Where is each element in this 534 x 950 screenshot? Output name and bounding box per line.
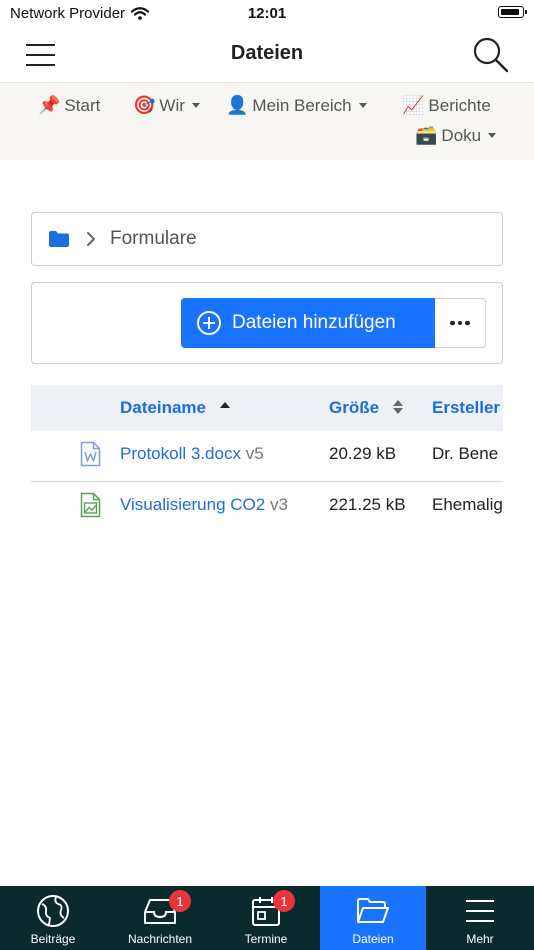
app-header: Dateien — [0, 28, 534, 83]
nav-item-mein-bereich[interactable]: 👤 Mein Bereich — [226, 95, 367, 116]
menu-icon — [466, 900, 494, 922]
ellipsis-icon — [450, 320, 455, 326]
battery-icon — [498, 6, 527, 18]
plus-circle-icon — [197, 311, 221, 335]
tab-label: Mehr — [466, 932, 494, 946]
file-creator: Ehemalig — [432, 495, 503, 514]
table-row[interactable]: Visualisierung CO2 v3 221.25 kB Ehemalig — [31, 482, 503, 532]
caret-down-icon — [488, 133, 497, 138]
folder-icon[interactable] — [48, 230, 70, 248]
nav-item-doku[interactable]: 🗃️ Doku — [415, 125, 497, 146]
nav-item-berichte[interactable]: 📈 Berichte — [402, 95, 491, 116]
add-files-label: Dateien hinzufügen — [232, 312, 396, 333]
tab-dateien[interactable]: Dateien — [320, 886, 426, 950]
page-title: Dateien — [230, 42, 304, 64]
tab-label: Beiträge — [30, 932, 76, 946]
status-time: 12:01 — [247, 5, 287, 22]
chevron-right-icon — [87, 232, 95, 246]
pushpin-icon: 📌 — [38, 95, 61, 115]
file-name[interactable]: Visualisierung CO2 — [120, 495, 265, 514]
file-size: 20.29 kB — [329, 444, 397, 463]
nav-item-label: Start — [64, 95, 101, 115]
chart-increasing-icon: 📈 — [402, 95, 425, 115]
column-header-creator[interactable]: Ersteller — [432, 398, 500, 418]
file-toolbar: Dateien hinzufügen — [31, 282, 503, 364]
column-header-size[interactable]: Größe — [329, 398, 404, 418]
column-header-name[interactable]: Dateiname — [120, 398, 231, 418]
caret-down-icon — [191, 103, 200, 108]
nav-item-label: Berichte — [428, 95, 491, 115]
tab-label: Dateien — [352, 932, 394, 946]
sort-ascending-icon — [219, 402, 230, 408]
column-header-label: Größe — [329, 398, 380, 417]
sort-icon — [392, 400, 403, 414]
tab-label: Nachrichten — [127, 932, 193, 946]
breadcrumb-current[interactable]: Formulare — [110, 228, 197, 250]
more-options-button[interactable] — [435, 298, 486, 348]
tab-termine[interactable]: 1 Termine — [213, 886, 319, 950]
search-button[interactable] — [472, 36, 510, 74]
breadcrumb: Formulare — [31, 212, 503, 266]
caret-down-icon — [358, 103, 367, 108]
nav-item-wir[interactable]: 🎯 Wir — [133, 95, 200, 116]
file-creator: Dr. Bene — [432, 444, 499, 463]
battery-fill — [500, 8, 519, 15]
target-icon: 🎯 — [133, 95, 156, 115]
add-files-button[interactable]: Dateien hinzufügen — [181, 298, 435, 348]
image-file-icon — [80, 492, 101, 518]
file-name[interactable]: Protokoll 3.docx — [120, 444, 241, 463]
file-name-cell[interactable]: Visualisierung CO2 v3 — [120, 495, 288, 515]
file-version: v3 — [269, 495, 288, 514]
column-header-label: Dateiname — [120, 398, 206, 417]
nav-item-label: Mein Bereich — [252, 95, 352, 115]
nav-item-start[interactable]: 📌 Start — [38, 95, 100, 116]
word-document-icon — [80, 441, 101, 467]
unread-badge: 1 — [169, 890, 191, 912]
unread-badge: 1 — [273, 890, 295, 912]
nav-item-label: Wir — [159, 95, 185, 115]
file-version: v5 — [245, 444, 264, 463]
tab-beitraege[interactable]: Beiträge — [0, 886, 106, 950]
bottom-tab-bar: Beiträge 1 Nachrichten 1 Termine Dateien… — [0, 886, 534, 950]
tab-mehr[interactable]: Mehr — [427, 886, 533, 950]
folder-open-icon — [357, 898, 389, 923]
nav-item-label: Doku — [441, 125, 482, 145]
file-name-cell[interactable]: Protokoll 3.docx v5 — [120, 444, 264, 464]
search-icon — [473, 37, 509, 73]
file-size: 221.25 kB — [329, 495, 406, 514]
section-nav: 📌 Start 🎯 Wir 👤 Mein Bereich 📈 Berichte … — [0, 83, 534, 160]
status-bar: Network Provider 12:01 — [0, 0, 534, 28]
tab-label: Termine — [244, 932, 288, 946]
table-row[interactable]: Protokoll 3.docx v5 20.29 kB Dr. Bene — [31, 431, 503, 482]
tab-nachrichten[interactable]: 1 Nachrichten — [107, 886, 213, 950]
table-header: Dateiname Größe Ersteller — [31, 385, 503, 431]
globe-icon — [37, 895, 69, 927]
file-box-icon: 🗃️ — [415, 125, 438, 145]
user-icon: 👤 — [226, 95, 249, 115]
file-table: Dateiname Größe Ersteller Protokoll 3.do… — [31, 385, 503, 535]
